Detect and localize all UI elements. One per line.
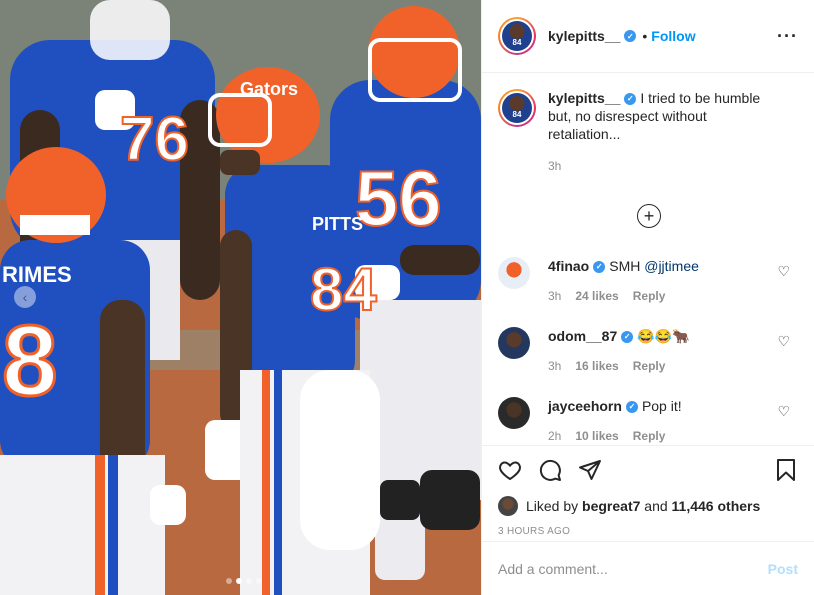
caption-time[interactable]: 3h — [548, 157, 778, 175]
commenter-avatar[interactable] — [498, 257, 530, 289]
action-icons-row — [498, 446, 798, 494]
add-comment-bar: Post — [482, 541, 814, 595]
post-side-panel: 84 kylepitts__ ✓ • Follow ··· 84 kylepit… — [481, 0, 814, 595]
caption-avatar-number: 84 — [512, 110, 522, 119]
comment-time[interactable]: 2h — [548, 427, 561, 445]
add-comment-input[interactable] — [498, 560, 768, 577]
heart-icon[interactable] — [498, 458, 522, 482]
verified-badge-icon: ✓ — [624, 93, 637, 106]
jersey-nameplate-left: RIMES — [2, 262, 72, 287]
post-header: 84 kylepitts__ ✓ • Follow ··· — [482, 0, 814, 73]
helmet-logo-text: Gators — [240, 79, 298, 99]
likes-summary[interactable]: Liked by begreat7 and 11,446 others — [498, 494, 798, 518]
paper-plane-icon[interactable] — [578, 458, 602, 482]
carousel-dot — [256, 578, 262, 584]
comment-item: odom__87 ✓ 😂😂🐂 3h 16 likes Reply ♡ — [498, 327, 798, 375]
comment-item: 4finao ✓ SMH @jjtimee 3h 24 likes Reply ♡ — [498, 257, 798, 305]
post-timestamp[interactable]: 3 hours ago — [498, 526, 798, 537]
carousel-dot — [246, 578, 252, 584]
avatar-jersey-number: 84 — [512, 38, 522, 47]
chevron-left-icon: ‹ — [22, 289, 28, 305]
comment-mention-link[interactable]: @jjtimee — [644, 258, 699, 274]
caption-avatar[interactable]: 84 — [498, 89, 536, 127]
comment-reply-button[interactable]: Reply — [633, 427, 666, 445]
comment-like-heart-icon[interactable]: ♡ — [777, 403, 790, 420]
comment-username[interactable]: odom__87 — [548, 328, 617, 344]
comment-username[interactable]: jayceehorn — [548, 398, 622, 414]
post-caption: 84 kylepitts__ ✓ I tried to be humble but,… — [498, 89, 798, 175]
carousel-dots — [226, 578, 262, 584]
football-scene: 76 56 RIMES 8 Gators PITTS 84 — [0, 0, 481, 595]
post-photo[interactable]: 76 56 RIMES 8 Gators PITTS 84 ‹ — [0, 0, 481, 595]
post-actions: Liked by begreat7 and 11,446 others 3 ho… — [482, 445, 814, 595]
bookmark-icon[interactable] — [774, 458, 798, 482]
plus-circle-icon: + — [643, 205, 655, 226]
author-avatar[interactable]: 84 — [498, 17, 536, 55]
post-comment-button[interactable]: Post — [768, 561, 798, 577]
verified-badge-icon: ✓ — [625, 401, 638, 414]
liked-by-and: and — [644, 498, 668, 514]
liked-by-prefix: Liked by — [526, 498, 579, 514]
comment-item: jayceehorn ✓ Pop it! 2h 10 likes Reply ♡ — [498, 397, 798, 445]
verified-badge-icon: ✓ — [621, 331, 634, 344]
verified-badge-icon: ✓ — [593, 261, 606, 274]
comment-like-heart-icon[interactable]: ♡ — [777, 263, 790, 280]
separator-bullet: • — [642, 28, 648, 44]
comment-like-heart-icon[interactable]: ♡ — [777, 333, 790, 350]
caption-username[interactable]: kylepitts__ — [548, 90, 620, 106]
jersey-nameplate-center: PITTS — [312, 214, 363, 234]
comment-text: SMH — [609, 258, 645, 274]
jersey-number-right: 56 — [355, 154, 442, 242]
carousel-dot-active — [236, 578, 242, 584]
comments-section[interactable]: 84 kylepitts__ ✓ I tried to be humble but,… — [482, 73, 814, 445]
comment-text: 😂😂 — [637, 328, 673, 344]
comment-likes[interactable]: 24 likes — [575, 287, 618, 305]
comment-bubble-icon[interactable] — [538, 458, 562, 482]
comment-time[interactable]: 3h — [548, 287, 561, 305]
comment-reply-button[interactable]: Reply — [633, 357, 666, 375]
comment-likes[interactable]: 16 likes — [575, 357, 618, 375]
carousel-prev-button[interactable]: ‹ — [14, 286, 36, 308]
load-more-comments-button[interactable]: + — [637, 204, 661, 228]
jersey-number-back: 76 — [120, 105, 189, 174]
commenter-avatar[interactable] — [498, 327, 530, 359]
jersey-number-center: 84 — [310, 256, 377, 323]
liked-by-user[interactable]: begreat7 — [582, 498, 640, 514]
comment-time[interactable]: 3h — [548, 357, 561, 375]
comment-reply-button[interactable]: Reply — [633, 287, 666, 305]
liker-avatar[interactable] — [498, 496, 518, 516]
comment-likes[interactable]: 10 likes — [575, 427, 618, 445]
verified-badge-icon: ✓ — [624, 30, 637, 42]
liked-by-others[interactable]: 11,446 others — [672, 498, 761, 514]
comment-text: Pop it! — [641, 398, 682, 414]
carousel-dot — [226, 578, 232, 584]
more-horizontal-icon[interactable]: ··· — [777, 26, 798, 47]
follow-button[interactable]: Follow — [651, 28, 695, 44]
commenter-avatar[interactable] — [498, 397, 530, 429]
author-username[interactable]: kylepitts__ — [548, 28, 620, 44]
comment-emoji: 🐂 — [672, 328, 690, 344]
comment-username[interactable]: 4finao — [548, 258, 589, 274]
jersey-number-left: 8 — [2, 305, 58, 417]
